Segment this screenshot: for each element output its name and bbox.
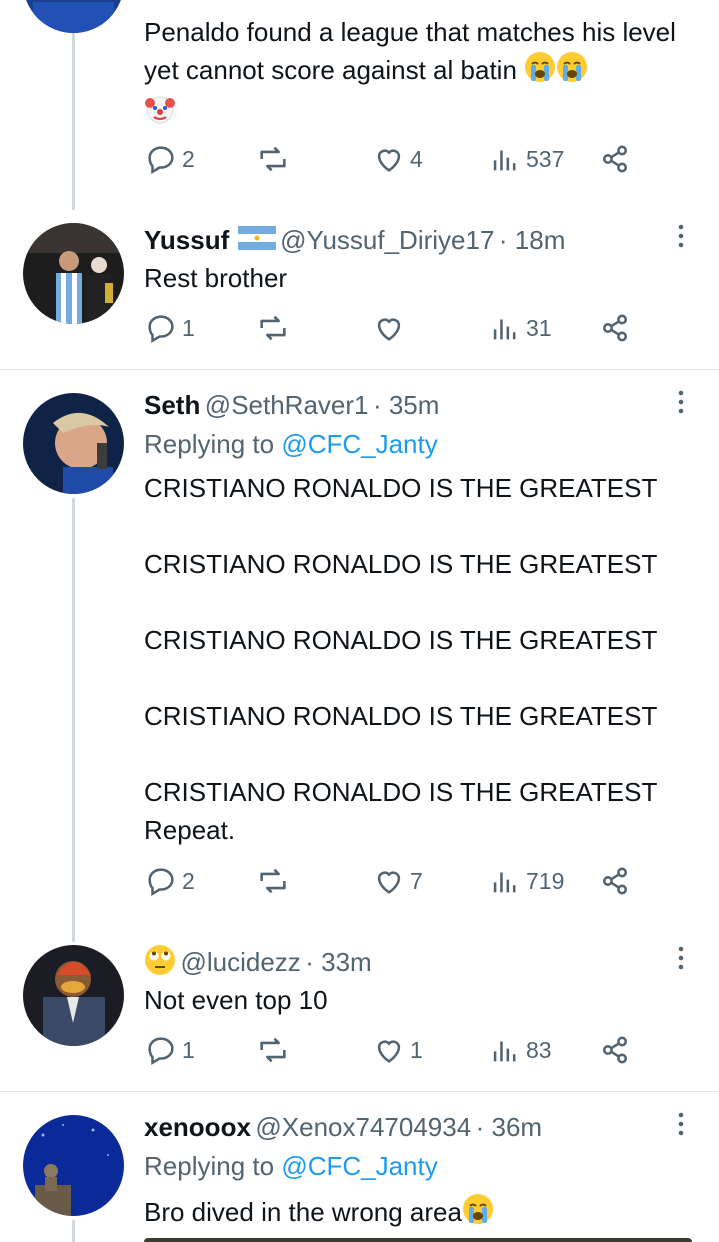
avatar[interactable] <box>23 393 124 494</box>
tweet-actions: 1 31 <box>144 311 644 351</box>
repost-button[interactable] <box>256 1033 290 1067</box>
user-handle[interactable]: @SethRaver1 <box>205 390 369 420</box>
tweet-text: Bro dived in the wrong area <box>144 1193 494 1235</box>
share-button[interactable] <box>598 311 632 345</box>
views-icon <box>493 150 516 171</box>
media-preview[interactable] <box>144 1238 692 1242</box>
user-handle[interactable]: @lucidezz <box>180 947 300 977</box>
divider <box>0 369 719 370</box>
timestamp[interactable]: · 35m <box>373 390 439 420</box>
loudly-crying-face-icon <box>556 51 588 93</box>
timestamp[interactable]: · 33m <box>305 947 371 977</box>
more-icon <box>678 224 684 248</box>
reply-button[interactable]: 1 <box>144 311 195 345</box>
tweet-text: Not even top 10 <box>144 985 328 1015</box>
reply-icon <box>148 146 174 175</box>
avatar[interactable] <box>23 1115 124 1216</box>
share-icon <box>602 867 628 895</box>
tweet-text: Rest brother <box>144 263 288 293</box>
repost-icon <box>260 1037 286 1063</box>
clown-face-icon <box>144 93 176 135</box>
timestamp[interactable]: · 36m <box>476 1112 542 1142</box>
replying-to: Replying to @CFC_Janty <box>144 1151 438 1181</box>
display-name[interactable]: xenooox <box>144 1112 251 1142</box>
reply-button[interactable]: 2 <box>144 864 195 898</box>
like-icon <box>377 318 401 341</box>
reply-icon <box>148 868 174 897</box>
share-button[interactable] <box>598 1033 632 1067</box>
argentina-flag-icon <box>237 225 276 264</box>
avatar[interactable] <box>23 223 124 324</box>
share-button[interactable] <box>598 864 632 898</box>
user-handle[interactable]: @Xenox74704934 <box>255 1112 471 1142</box>
views-button[interactable]: 537 <box>488 142 564 176</box>
views-icon <box>493 1041 516 1062</box>
user-handle[interactable]: @Yussuf_Diriye17 <box>280 225 494 255</box>
more-options-button[interactable] <box>672 388 690 418</box>
tweet-actions: 1 1 83 <box>144 1033 644 1073</box>
repost-icon <box>260 315 286 341</box>
tweet-text-line: CRISTIANO RONALDO IS THE GREATEST <box>144 777 658 807</box>
replying-to: Replying to @CFC_Janty <box>144 429 438 459</box>
tweet-text-line: CRISTIANO RONALDO IS THE GREATEST <box>144 701 658 731</box>
tweet-text: Penaldo found a league that matches his … <box>144 14 704 135</box>
replying-to-link[interactable]: @CFC_Janty <box>281 429 437 459</box>
tweet-text-line: CRISTIANO RONALDO IS THE GREATEST <box>144 549 658 579</box>
reply-button[interactable]: 1 <box>144 1033 195 1067</box>
views-icon <box>493 872 516 893</box>
reply-button[interactable]: 2 <box>144 142 195 176</box>
reply-icon <box>148 1037 174 1066</box>
like-button[interactable]: 4 <box>372 142 423 176</box>
avatar[interactable] <box>23 945 124 1046</box>
timestamp[interactable]: · 18m <box>499 225 565 255</box>
tweet-header: Yussuf @Yussuf_Diriye17 · 18m <box>144 222 565 258</box>
tweet-header: Seth @SethRaver1 · 35m <box>144 387 439 423</box>
more-icon <box>678 946 684 970</box>
display-name[interactable]: Seth <box>144 390 200 420</box>
repost-icon <box>260 146 286 172</box>
share-icon <box>602 1036 628 1064</box>
loudly-crying-face-icon <box>462 1193 494 1235</box>
share-icon <box>602 314 628 342</box>
more-icon <box>678 1112 684 1136</box>
like-icon <box>377 871 401 894</box>
repost-button[interactable] <box>256 864 290 898</box>
replying-to-link[interactable]: @CFC_Janty <box>281 1151 437 1181</box>
like-icon <box>377 1040 401 1063</box>
like-button[interactable] <box>372 311 406 345</box>
avatar[interactable] <box>23 0 124 33</box>
more-icon <box>678 390 684 414</box>
share-button[interactable] <box>598 142 632 176</box>
repost-icon <box>260 868 286 894</box>
repost-button[interactable] <box>256 311 290 345</box>
divider <box>0 1091 719 1092</box>
tweet-text-line: CRISTIANO RONALDO IS THE GREATEST <box>144 473 658 503</box>
loudly-crying-face-icon <box>524 51 556 93</box>
like-button[interactable]: 7 <box>372 864 423 898</box>
more-options-button[interactable] <box>672 222 690 252</box>
repost-button[interactable] <box>256 142 290 176</box>
more-options-button[interactable] <box>672 1110 690 1140</box>
views-button[interactable]: 31 <box>488 311 552 345</box>
display-name[interactable]: Yussuf <box>144 225 229 255</box>
tweet-actions: 2 4 537 <box>144 142 644 182</box>
tweet-actions: 2 7 719 <box>144 864 644 904</box>
tweet-header: @lucidezz · 33m <box>144 944 372 980</box>
share-icon <box>602 145 628 173</box>
tweet-text-line: Repeat. <box>144 815 236 845</box>
tweet-text-line: CRISTIANO RONALDO IS THE GREATEST <box>144 625 658 655</box>
views-icon <box>493 319 516 340</box>
thread-line <box>72 1220 75 1242</box>
more-options-button[interactable] <box>672 944 690 974</box>
views-button[interactable]: 719 <box>488 864 564 898</box>
views-button[interactable]: 83 <box>488 1033 552 1067</box>
thread-line <box>72 30 75 210</box>
thread-line <box>72 498 75 942</box>
reply-icon <box>148 315 174 344</box>
like-icon <box>377 149 401 172</box>
like-button[interactable]: 1 <box>372 1033 423 1067</box>
tweet-header: xenooox @Xenox74704934 · 36m <box>144 1109 542 1145</box>
